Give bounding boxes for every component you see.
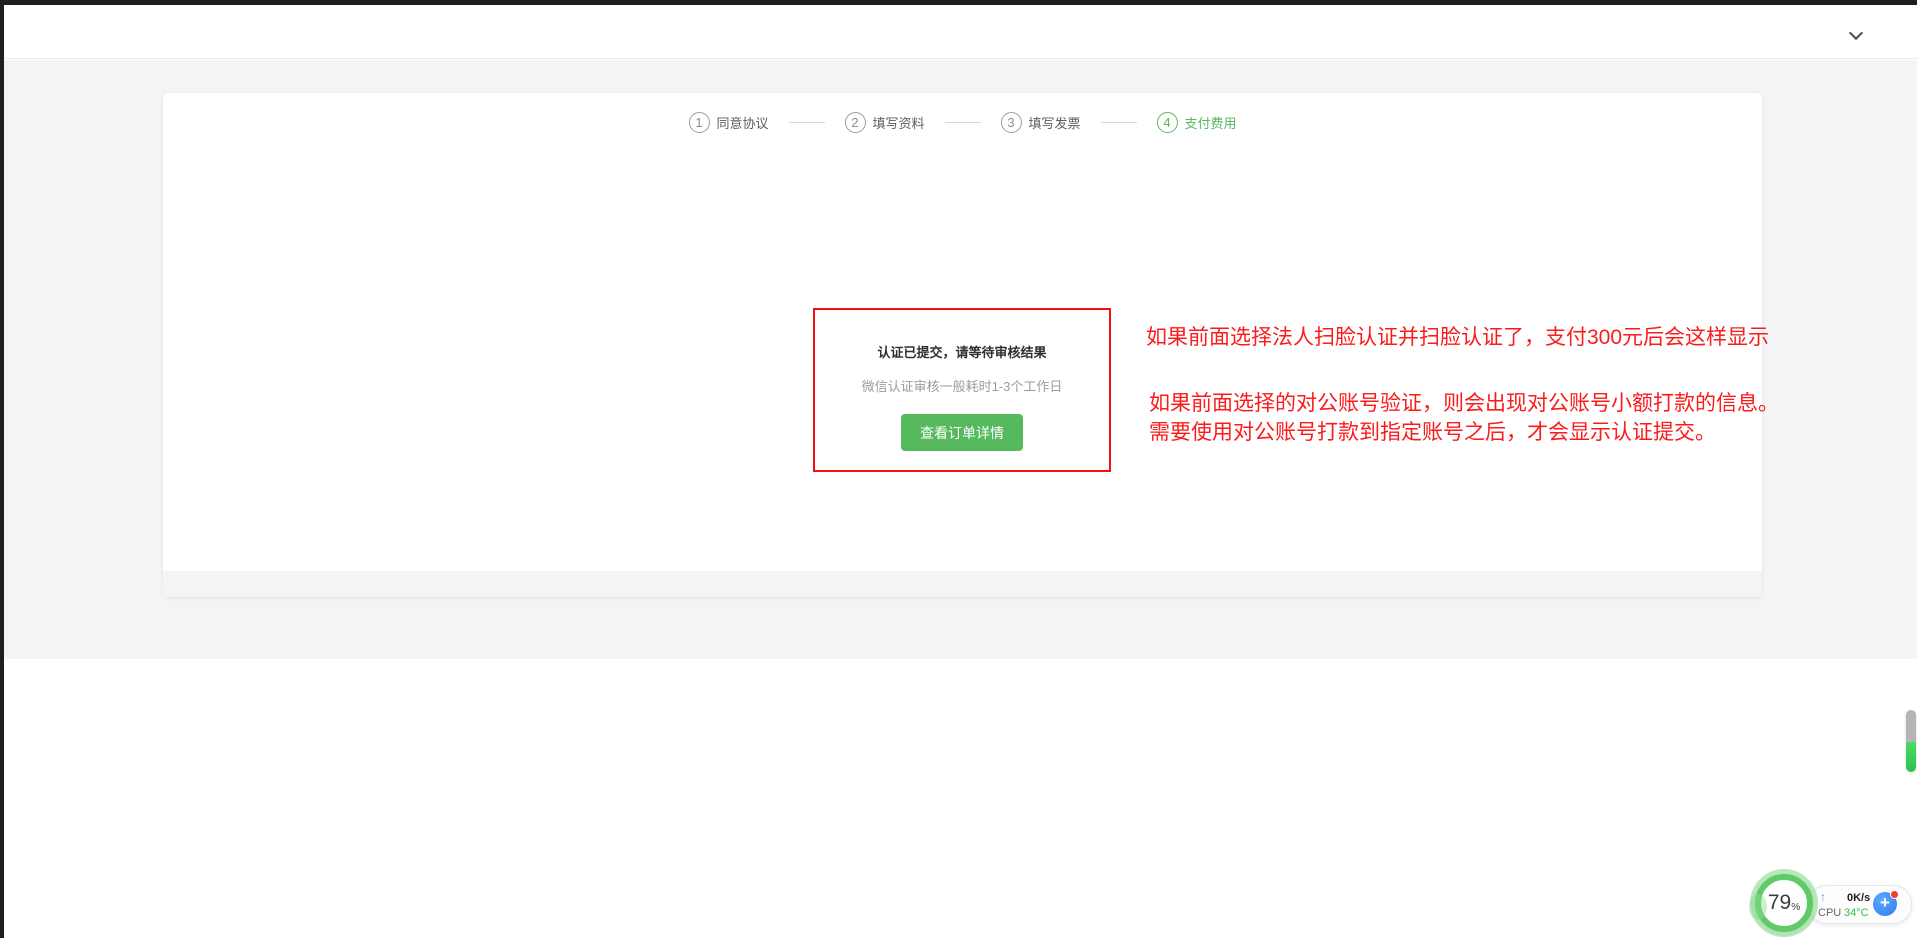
step-pay-fee: 4 支付费用 <box>1157 112 1237 133</box>
edge-bar-green-segment <box>1906 742 1916 772</box>
step-fill-info: 2 填写资料 <box>844 112 924 133</box>
submission-result-box: 认证已提交，请等待审核结果 微信认证审核一般耗时1-3个工作日 查看订单详情 <box>813 308 1111 472</box>
annotation-face-scan: 如果前面选择法人扫脸认证并扫脸认证了，支付300元后会这样显示 <box>1146 321 1769 351</box>
step-number: 3 <box>1001 112 1022 133</box>
header-bar <box>4 5 1917 59</box>
chevron-down-icon <box>1849 26 1863 40</box>
step-divider <box>1101 122 1137 123</box>
system-monitor-pill[interactable]: ↑ 0K/s CPU 34°C + <box>1808 885 1912 924</box>
memory-usage-ring[interactable]: 79 % <box>1755 874 1813 932</box>
step-divider <box>788 122 824 123</box>
notification-dot <box>1890 890 1899 899</box>
annotation-line: 如果前面选择的对公账号验证，则会出现对公账号小额打款的信息。 <box>1149 389 1779 418</box>
network-speed-value: 0K/s <box>1847 892 1870 904</box>
collapse-header-button[interactable] <box>1845 23 1869 47</box>
annotation-corporate-account: 如果前面选择的对公账号验证，则会出现对公账号小额打款的信息。 需要使用对公账号打… <box>1149 389 1779 447</box>
cpu-temperature-value: 34°C <box>1844 907 1869 919</box>
edge-bar-gray-segment <box>1906 710 1916 742</box>
step-number: 2 <box>844 112 865 133</box>
plus-icon: + <box>1880 893 1890 912</box>
step-agree-agreement: 1 同意协议 <box>688 112 768 133</box>
add-button[interactable]: + <box>1873 892 1897 916</box>
view-order-details-button[interactable]: 查看订单详情 <box>901 414 1023 451</box>
result-title: 认证已提交，请等待审核结果 <box>815 342 1109 361</box>
screen: 1 同意协议 2 填写资料 3 填写发票 4 支付费用 认证已提交，请等待审核结… <box>0 0 1917 938</box>
result-subtitle: 微信认证审核一般耗时1-3个工作日 <box>815 376 1109 395</box>
annotation-line: 需要使用对公账号打款到指定账号之后，才会显示认证提交。 <box>1149 418 1779 447</box>
step-fill-invoice: 3 填写发票 <box>1001 112 1081 133</box>
step-number: 1 <box>688 112 709 133</box>
upload-arrow-icon: ↑ <box>1820 890 1826 904</box>
step-label: 同意协议 <box>716 113 768 132</box>
cpu-label: CPU <box>1818 907 1841 919</box>
percent-sign: % <box>1791 902 1800 913</box>
card-footer-strip <box>163 571 1762 597</box>
step-label: 填写发票 <box>1029 113 1081 132</box>
step-label: 支付费用 <box>1185 113 1237 132</box>
step-number: 4 <box>1157 112 1178 133</box>
step-divider <box>945 122 981 123</box>
screen-edge-indicator-bar[interactable] <box>1906 710 1916 772</box>
memory-percent-value: 79 <box>1768 891 1791 915</box>
stepper: 1 同意协议 2 填写资料 3 填写发票 4 支付费用 <box>688 112 1236 133</box>
step-label: 填写资料 <box>872 113 924 132</box>
